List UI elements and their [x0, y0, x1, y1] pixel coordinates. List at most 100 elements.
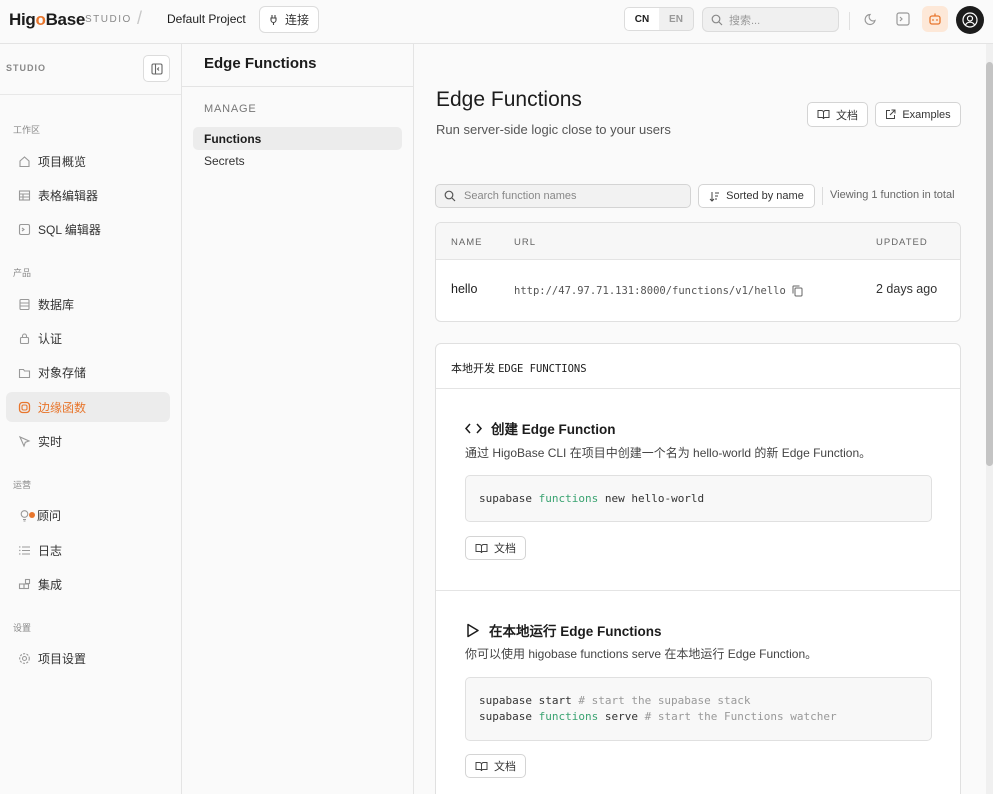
divider [822, 187, 823, 205]
sidebar-header: STUDIO [0, 44, 181, 95]
step-run-locally: 在本地运行 Edge Functions 你可以使用 higobase func… [436, 591, 960, 794]
notification-dot [29, 512, 35, 518]
docs-label: 文档 [494, 543, 516, 555]
sidebar-item-table-editor[interactable]: 表格编辑器 [6, 180, 170, 210]
sidebar-item-advisor[interactable]: 顾问 [6, 500, 170, 530]
step-create-title: 创建 Edge Function [465, 418, 616, 438]
moon-icon[interactable] [862, 10, 880, 28]
language-toggle: CN EN [624, 7, 694, 31]
local-title-mono: EDGE FUNCTIONS [498, 363, 587, 375]
sidebar-item-label: 顾问 [37, 508, 62, 523]
sidebar: STUDIO 工作区 项目概览 表格编辑器 SQL 编辑器 产品 数据库 认证 … [0, 44, 182, 794]
divider [849, 12, 850, 30]
sidebar-item-integrations[interactable]: 集成 [6, 569, 170, 599]
local-title-cn: 本地开发 [451, 363, 495, 375]
functions-icon [18, 401, 31, 413]
subnav-section-manage: MANAGE [204, 103, 257, 115]
section-ops: 运营 [13, 480, 32, 490]
terminal-icon [18, 223, 31, 235]
plug-icon [270, 14, 277, 25]
connect-button[interactable]: 连接 [259, 6, 319, 33]
function-search[interactable] [435, 184, 691, 208]
sidebar-item-label: 集成 [38, 577, 63, 592]
subnav-title: Edge Functions [182, 44, 413, 87]
sidebar-item-auth[interactable]: 认证 [6, 323, 170, 353]
connect-label: 连接 [284, 13, 309, 27]
project-name[interactable]: Default Project [167, 12, 246, 26]
home-icon [19, 155, 30, 167]
code-block-run[interactable]: supabase start # start the supabase stac… [465, 677, 932, 741]
code-line: supabase functions serve # start the Fun… [479, 710, 837, 723]
function-count: Viewing 1 function in total [830, 189, 955, 201]
top-bar: HigoBase STUDIO / Default Project 连接 CN … [0, 0, 993, 44]
breadcrumb-separator: / [137, 8, 143, 28]
main-content: Edge Functions Run server-side logic clo… [414, 44, 986, 794]
sidebar-item-label: 对象存储 [38, 365, 87, 380]
sidebar-item-label: 认证 [38, 331, 63, 346]
function-name: hello [451, 282, 478, 296]
avatar[interactable] [956, 6, 984, 34]
sidebar-studio-label: STUDIO [6, 63, 47, 73]
lock-icon [19, 332, 30, 344]
sidebar-item-label: 实时 [38, 434, 63, 449]
function-updated: 2 days ago [876, 282, 938, 296]
step-create-function: 创建 Edge Function 通过 HigoBase CLI 在项目中创建一… [436, 389, 960, 591]
docs-label: 文档 [836, 109, 858, 122]
examples-label: Examples [902, 108, 951, 121]
blocks-icon [18, 578, 31, 589]
table-row[interactable]: hello http://47.97.71.131:8000/functions… [436, 260, 960, 321]
code-icon [465, 423, 482, 433]
subnav-item-functions[interactable]: Functions [193, 127, 402, 150]
local-development-card: 本地开发 EDGE FUNCTIONS 创建 Edge Function 通过 … [435, 343, 961, 794]
column-header-updated: UPDATED [876, 237, 928, 248]
column-header-url: URL [514, 237, 537, 248]
examples-button[interactable]: Examples [875, 102, 961, 127]
sidebar-item-sql-editor[interactable]: SQL 编辑器 [6, 214, 170, 244]
list-icon [19, 545, 30, 555]
section-products: 产品 [13, 268, 32, 278]
local-development-header: 本地开发 EDGE FUNCTIONS [436, 344, 960, 389]
lang-en[interactable]: EN [659, 8, 693, 30]
function-search-input[interactable] [464, 190, 664, 202]
sidebar-item-realtime[interactable]: 实时 [6, 426, 170, 456]
section-settings: 设置 [13, 623, 32, 633]
collapse-sidebar-button[interactable] [143, 55, 170, 82]
global-search-placeholder: 搜索... [729, 14, 761, 27]
copy-icon[interactable] [792, 285, 803, 297]
step-run-title: 在本地运行 Edge Functions [465, 620, 662, 640]
book-icon [817, 110, 830, 120]
sidebar-item-storage[interactable]: 对象存储 [6, 357, 170, 387]
gear-icon [19, 652, 30, 664]
lang-cn[interactable]: CN [625, 8, 659, 30]
sidebar-item-logs[interactable]: 日志 [6, 535, 170, 565]
subnav-item-secrets[interactable]: Secrets [193, 149, 402, 172]
sub-navigation: Edge Functions MANAGE Functions Secrets [182, 44, 414, 794]
logo[interactable]: HigoBase [9, 10, 85, 30]
studio-tag: STUDIO [85, 14, 132, 25]
terminal-icon[interactable] [894, 10, 912, 28]
docs-button-create[interactable]: 文档 [465, 536, 526, 560]
sidebar-item-database[interactable]: 数据库 [6, 289, 170, 319]
assistant-icon[interactable] [922, 6, 948, 32]
step-create-title-text: 创建 Edge Function [491, 422, 616, 437]
docs-button[interactable]: 文档 [807, 102, 868, 127]
play-icon [467, 623, 479, 637]
sidebar-item-project-settings[interactable]: 项目设置 [6, 643, 170, 673]
sort-button[interactable]: Sorted by name [698, 184, 815, 208]
sidebar-item-edge-functions[interactable]: 边缘函数 [6, 392, 170, 422]
search-icon [444, 190, 456, 202]
sidebar-item-label: 项目设置 [38, 651, 87, 666]
code-block-create[interactable]: supabase functions new hello-world [465, 475, 932, 522]
archive-icon [18, 368, 31, 378]
external-link-icon [886, 109, 896, 119]
page-title: Edge Functions [436, 88, 582, 111]
sidebar-item-label: 项目概览 [38, 154, 87, 169]
docs-button-run[interactable]: 文档 [465, 754, 526, 778]
scrollbar-thumb[interactable] [986, 62, 993, 466]
step-run-title-text: 在本地运行 Edge Functions [489, 624, 662, 639]
book-icon [475, 761, 488, 771]
sort-icon [709, 191, 720, 202]
sidebar-item-label: SQL 编辑器 [38, 222, 101, 237]
global-search[interactable]: 搜索... [702, 7, 839, 32]
sidebar-item-overview[interactable]: 项目概览 [6, 146, 170, 176]
